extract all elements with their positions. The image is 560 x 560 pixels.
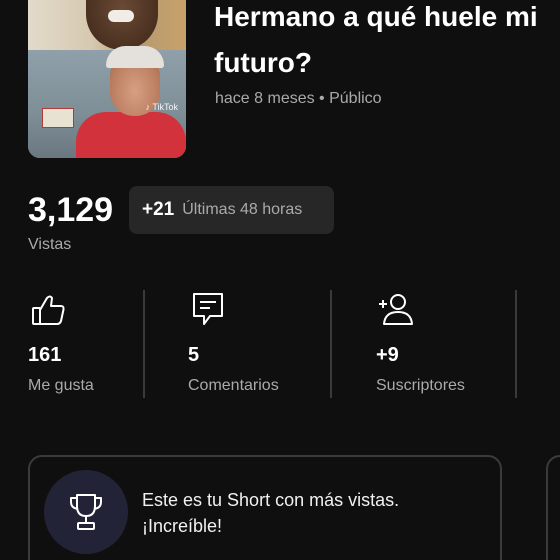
thumbnail-cap — [106, 46, 164, 68]
comments-label: Comentarios — [188, 377, 279, 394]
achievement-icon-circle — [44, 470, 128, 554]
achievement-line-2: ¡Increíble! — [142, 516, 223, 536]
subscribers-label: Suscriptores — [376, 377, 465, 394]
achievement-card[interactable]: Este es tu Short con más vistas. ¡Increí… — [28, 455, 502, 560]
stat-divider — [515, 290, 517, 398]
views-delta-chip: +21 Últimas 48 horas — [129, 186, 334, 234]
trophy-icon — [70, 494, 102, 530]
tiktok-watermark: ♪ TikTok — [145, 102, 178, 112]
views-delta-value: +21 — [142, 199, 175, 220]
thumbnail-mouth — [108, 10, 134, 22]
views-count: 3,129 — [28, 191, 114, 229]
add-subscriber-icon — [376, 290, 416, 330]
thumbnail-top-frame — [28, 0, 186, 50]
short-title: Hermano a qué huele mi futuro? — [214, 1, 538, 78]
comment-icon — [188, 290, 228, 330]
short-analytics-screen: ♪ TikTok Hermano a qué huele mi futuro? … — [0, 0, 560, 560]
thumbnail-face — [86, 0, 158, 50]
thumbnail-shirt — [76, 112, 186, 158]
tiktok-watermark-text: TikTok — [152, 102, 178, 112]
short-thumbnail[interactable]: ♪ TikTok — [28, 0, 186, 158]
stat-divider — [330, 290, 332, 398]
thumbnail-wall-sign — [42, 108, 74, 128]
likes-label: Me gusta — [28, 377, 94, 394]
comments-count: 5 — [188, 344, 200, 366]
views-label: Vistas — [28, 236, 72, 253]
views-delta-label: Últimas 48 horas — [182, 201, 303, 218]
thumbs-up-icon — [28, 290, 68, 330]
subscribers-count: +9 — [376, 344, 399, 366]
achievement-text: Este es tu Short con más vistas. ¡Increí… — [142, 487, 482, 539]
stat-divider — [143, 290, 145, 398]
thumbnail-bottom-frame: ♪ TikTok — [28, 46, 186, 158]
next-card-edge[interactable] — [546, 455, 560, 560]
short-meta: hace 8 meses • Público — [215, 90, 382, 107]
likes-count: 161 — [28, 344, 62, 366]
achievement-line-1: Este es tu Short con más vistas. — [142, 490, 400, 510]
